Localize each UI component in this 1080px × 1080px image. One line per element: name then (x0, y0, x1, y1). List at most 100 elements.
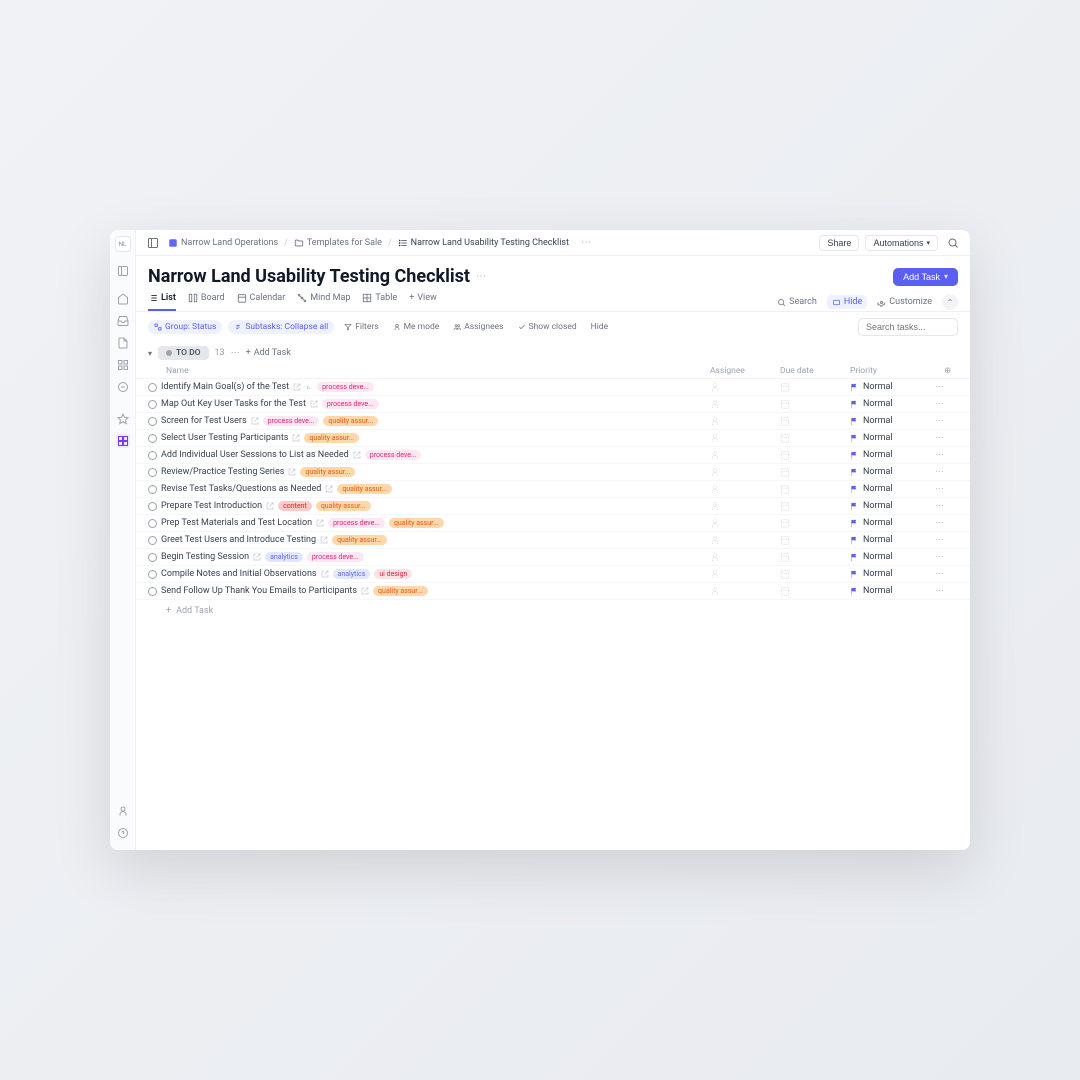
due-date-cell[interactable] (780, 382, 850, 392)
task-status-circle[interactable] (148, 536, 157, 545)
tab-list[interactable]: List (148, 293, 176, 311)
priority-cell[interactable]: Normal (850, 552, 920, 562)
view-hide[interactable]: Hide (827, 295, 867, 309)
task-status-circle[interactable] (148, 434, 157, 443)
priority-cell[interactable]: Normal (850, 501, 920, 511)
task-status-circle[interactable] (148, 468, 157, 477)
due-date-cell[interactable] (780, 501, 850, 511)
task-row[interactable]: Screen for Test Users process deve...qua… (136, 413, 970, 430)
minus-icon[interactable] (116, 380, 130, 394)
assignee-cell[interactable] (710, 433, 780, 443)
search-icon[interactable] (944, 234, 962, 252)
task-status-circle[interactable] (148, 553, 157, 562)
tag-quality[interactable]: quality assur... (337, 484, 392, 494)
assignee-cell[interactable] (710, 450, 780, 460)
tag-process[interactable]: process deve... (317, 382, 374, 392)
task-status-circle[interactable] (148, 502, 157, 511)
tab-mindmap[interactable]: Mind Map (297, 293, 350, 311)
col-assignee[interactable]: Assignee (710, 366, 780, 376)
priority-cell[interactable]: Normal (850, 535, 920, 545)
task-status-circle[interactable] (148, 400, 157, 409)
tag-quality[interactable]: quality assur... (323, 416, 378, 426)
open-task-icon[interactable] (361, 587, 369, 595)
home-icon[interactable] (116, 292, 130, 306)
row-more-icon[interactable]: ⋯ (920, 586, 944, 596)
priority-cell[interactable]: Normal (850, 399, 920, 409)
tag-quality[interactable]: quality assur... (316, 501, 371, 511)
row-more-icon[interactable]: ⋯ (920, 484, 944, 494)
assignee-cell[interactable] (710, 399, 780, 409)
task-row[interactable]: Review/Practice Testing Series quality a… (136, 464, 970, 481)
task-status-circle[interactable] (148, 383, 157, 392)
open-task-icon[interactable] (320, 536, 328, 544)
due-date-cell[interactable] (780, 484, 850, 494)
row-more-icon[interactable]: ⋯ (920, 416, 944, 426)
share-button[interactable]: Share (819, 235, 859, 251)
star-icon[interactable] (116, 412, 130, 426)
due-date-cell[interactable] (780, 586, 850, 596)
col-due[interactable]: Due date (780, 366, 850, 376)
sidebar-toggle-icon[interactable] (116, 264, 130, 278)
tag-process[interactable]: process deve... (328, 518, 385, 528)
priority-cell[interactable]: Normal (850, 450, 920, 460)
row-more-icon[interactable]: ⋯ (920, 382, 944, 392)
task-row[interactable]: Add Individual User Sessions to List as … (136, 447, 970, 464)
subtask-icon[interactable] (305, 383, 313, 391)
spaces-icon[interactable] (116, 434, 130, 448)
priority-cell[interactable]: Normal (850, 433, 920, 443)
row-more-icon[interactable]: ⋯ (920, 450, 944, 460)
open-task-icon[interactable] (266, 502, 274, 510)
help-icon[interactable] (116, 826, 130, 840)
add-task-row[interactable]: + Add Task (136, 600, 970, 622)
col-name[interactable]: Name (148, 366, 710, 376)
due-date-cell[interactable] (780, 399, 850, 409)
due-date-cell[interactable] (780, 450, 850, 460)
assignee-cell[interactable] (710, 467, 780, 477)
open-task-icon[interactable] (292, 434, 300, 442)
row-more-icon[interactable]: ⋯ (920, 518, 944, 528)
show-closed-tool[interactable]: Show closed (514, 320, 581, 334)
tab-add-view[interactable]: +View (409, 293, 437, 311)
collapse-panel-icon[interactable] (144, 234, 162, 252)
task-row[interactable]: Identify Main Goal(s) of the Test proces… (136, 379, 970, 396)
view-customize[interactable]: Customize (877, 297, 932, 307)
due-date-cell[interactable] (780, 416, 850, 426)
open-task-icon[interactable] (288, 468, 296, 476)
due-date-cell[interactable] (780, 535, 850, 545)
group-add-task[interactable]: +Add Task (246, 348, 291, 358)
filters-tool[interactable]: Filters (340, 320, 382, 334)
open-task-icon[interactable] (353, 451, 361, 459)
view-search[interactable]: Search (777, 297, 817, 307)
automations-button[interactable]: Automations ▾ (865, 235, 938, 251)
due-date-cell[interactable] (780, 552, 850, 562)
workspace-logo[interactable]: NL (115, 236, 131, 252)
priority-cell[interactable]: Normal (850, 382, 920, 392)
status-pill[interactable]: TO DO (158, 346, 208, 360)
tag-process[interactable]: process deve... (263, 416, 320, 426)
task-row[interactable]: Prep Test Materials and Test Location pr… (136, 515, 970, 532)
row-more-icon[interactable]: ⋯ (920, 569, 944, 579)
assignee-cell[interactable] (710, 518, 780, 528)
breadcrumb-folder[interactable]: Templates for Sale (294, 238, 382, 248)
group-more-icon[interactable]: ⋯ (231, 348, 240, 358)
assignee-cell[interactable] (710, 569, 780, 579)
task-row[interactable]: Map Out Key User Tasks for the Test proc… (136, 396, 970, 413)
task-status-circle[interactable] (148, 451, 157, 460)
priority-cell[interactable]: Normal (850, 518, 920, 528)
tag-quality[interactable]: quality assur... (373, 586, 428, 596)
dashboards-icon[interactable] (116, 358, 130, 372)
task-search-input[interactable] (858, 318, 958, 336)
inbox-icon[interactable] (116, 314, 130, 328)
tag-content[interactable]: content (278, 501, 312, 511)
due-date-cell[interactable] (780, 518, 850, 528)
breadcrumb-root[interactable]: Narrow Land Operations (168, 238, 278, 248)
row-more-icon[interactable]: ⋯ (920, 552, 944, 562)
tag-uidesign[interactable]: ui design (374, 569, 412, 579)
open-task-icon[interactable] (316, 519, 324, 527)
due-date-cell[interactable] (780, 569, 850, 579)
priority-cell[interactable]: Normal (850, 484, 920, 494)
tag-analytics[interactable]: analytics (333, 569, 371, 579)
tab-table[interactable]: Table (362, 293, 397, 311)
task-row[interactable]: Prepare Test Introduction contentquality… (136, 498, 970, 515)
assignees-tool[interactable]: Assignees (449, 320, 507, 334)
